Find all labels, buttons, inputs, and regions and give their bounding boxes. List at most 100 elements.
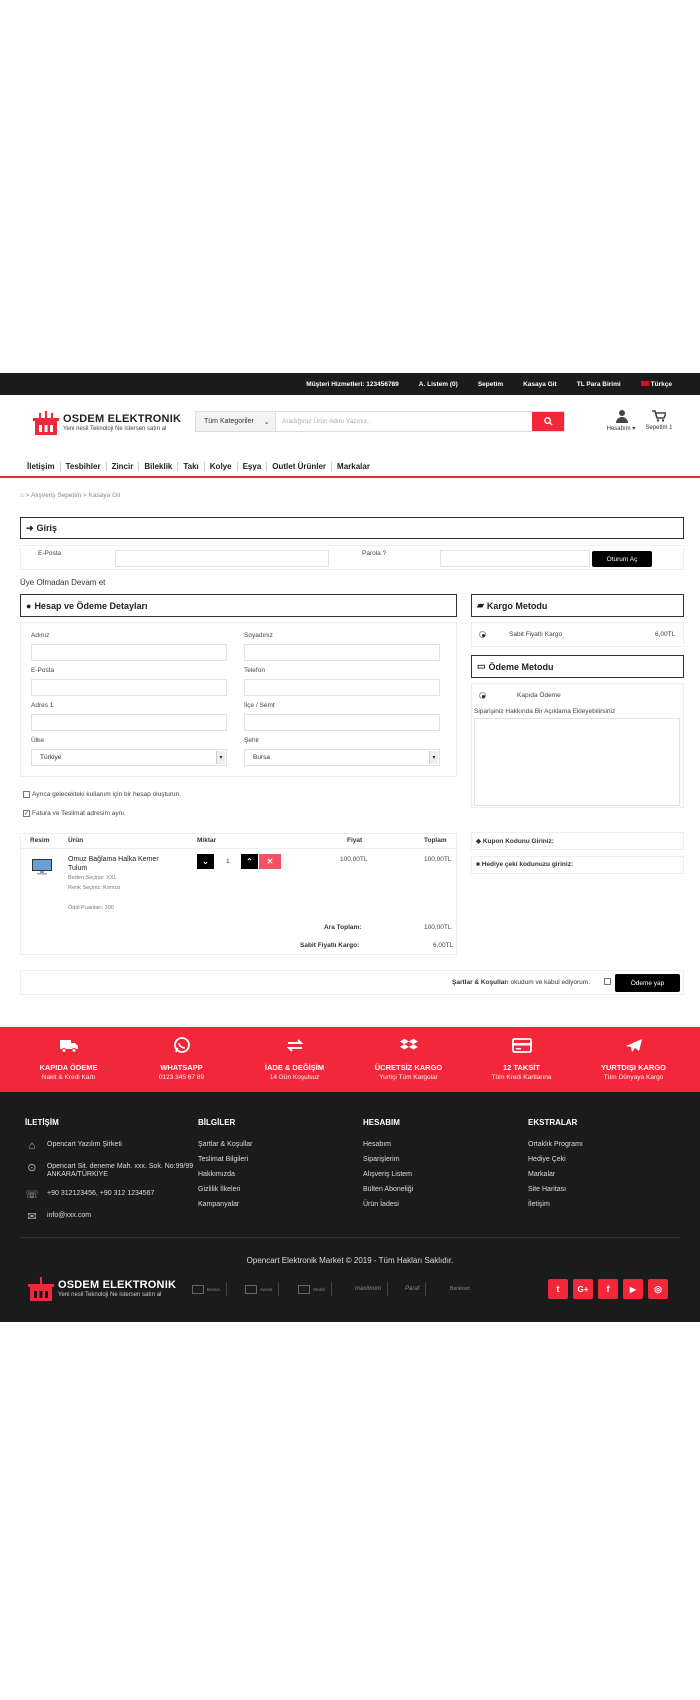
shipping-total-value: 6,00TL — [433, 942, 454, 949]
comment-textarea[interactable] — [474, 718, 680, 806]
cart-button[interactable]: Sepetim 1 — [644, 410, 674, 431]
same-address-checkbox[interactable]: ✓ — [23, 810, 30, 817]
cart-label: Sepetim 1 — [645, 425, 673, 431]
footer-link[interactable]: Ortaklık Programı — [528, 1141, 583, 1148]
qty-increase-button[interactable]: ⌃ — [241, 854, 258, 869]
footer-link[interactable]: Site Haritası — [528, 1186, 583, 1193]
feature-item: ÜCRETSİZ KARGO Yurtiçi Tüm Kargolar — [351, 1027, 466, 1081]
footer-link[interactable]: Hediye Çeki — [528, 1156, 583, 1163]
district-input[interactable] — [244, 714, 440, 731]
header: OSDEM ELEKTRONIK Yeni nesil Teknoloji Ne… — [0, 395, 700, 450]
nav-item[interactable]: İletişim — [22, 461, 61, 471]
nav-item[interactable]: Outlet Ürünler — [267, 461, 333, 471]
terms-link[interactable]: Şartlar & Koşullar — [452, 979, 507, 986]
email-field[interactable] — [31, 679, 227, 696]
home-icon[interactable]: ⌂ — [20, 492, 24, 499]
wishlist-link[interactable]: A. Listem (0) — [419, 381, 458, 388]
address-input[interactable] — [31, 714, 227, 731]
city-select[interactable]: Bursa ▾ — [244, 749, 440, 766]
checkout-link[interactable]: Kasaya Git — [523, 381, 557, 388]
footer-logo[interactable]: OSDEM ELEKTRONIK Yeni nesil Teknoloji Ne… — [28, 1277, 178, 1303]
phone-input[interactable] — [244, 679, 440, 696]
footer-link[interactable]: Markalar — [528, 1171, 583, 1178]
qty-decrease-button[interactable]: ⌄ — [197, 854, 214, 869]
footer-link[interactable]: İletişim — [528, 1201, 583, 1208]
category-select[interactable]: Tüm Kategoriler ⌄ — [196, 412, 276, 431]
remove-item-button[interactable]: ✕ — [259, 854, 281, 869]
instagram-icon[interactable]: ◎ — [648, 1279, 668, 1299]
footer-link[interactable]: Şartlar & Koşullar — [198, 1141, 252, 1148]
flag-icon — [640, 381, 649, 387]
google-plus-icon[interactable]: G+ — [573, 1279, 593, 1299]
footer-logo-subtitle: Yeni nesil Teknoloji Ne istersen satın a… — [58, 1292, 162, 1298]
truck-icon: ▰ — [477, 600, 484, 610]
footer-link[interactable]: Gizlilik İlkeleri — [198, 1186, 252, 1193]
footer-email-text[interactable]: info@xxx.com — [47, 1212, 91, 1219]
nav-item[interactable]: Tesbihler — [61, 461, 107, 471]
footer-link[interactable]: Hesabım — [363, 1141, 413, 1148]
currency-select[interactable]: TL Para Birimi — [577, 381, 621, 388]
cart-link[interactable]: Sepetim — [478, 381, 503, 388]
nav-item[interactable]: Bileklik — [139, 461, 179, 471]
comment-label: Siparişiniz Hakkında Bir Açıklama Ekleye… — [474, 708, 616, 715]
search-button[interactable] — [532, 412, 564, 431]
footer-info-title: BİLGİLER — [198, 1118, 236, 1127]
city-label: Şehir — [244, 737, 260, 744]
language-select[interactable]: Türkçe — [640, 380, 672, 388]
feature-title: KAPIDA ÖDEME — [39, 1063, 98, 1072]
footer-email: ✉ info@xxx.com — [25, 1212, 195, 1223]
monitor-icon — [32, 859, 52, 875]
guest-checkout-label[interactable]: Üye Olmadan Devam et — [20, 578, 105, 587]
search-input[interactable]: Aradığınız Ürün Adını Yazınız.. — [276, 412, 532, 431]
footer-address: ⊙ Opencart Sit. deneme Mah. xxx. Sok. No:… — [25, 1163, 195, 1179]
feature-subtitle: Tüm Kredi Kartlarına — [491, 1074, 552, 1081]
footer-link[interactable]: Teslimat Bilgileri — [198, 1156, 252, 1163]
twitter-icon[interactable]: t — [548, 1279, 568, 1299]
youtube-icon[interactable]: ▶ — [623, 1279, 643, 1299]
user-icon: ● — [26, 600, 32, 611]
terms-checkbox[interactable] — [604, 978, 611, 985]
payment-radio[interactable] — [479, 692, 486, 699]
shipping-radio[interactable] — [479, 631, 486, 638]
account-menu[interactable]: Hesabım ▾ — [603, 410, 639, 432]
footer-phone-text[interactable]: +90 312123456, +90 312 1234567 — [47, 1190, 154, 1197]
facebook-icon[interactable]: f — [598, 1279, 618, 1299]
login-button[interactable]: Oturum Aç — [592, 551, 652, 567]
nav-item[interactable]: Takı — [178, 461, 205, 471]
cart-table — [20, 833, 457, 955]
product-name[interactable]: Omuz Bağlama Halka Kemer Tulum — [68, 855, 178, 873]
reward-points: Ödül Puanları: 300 — [68, 905, 114, 911]
qty-value[interactable]: 1 — [226, 858, 230, 865]
footer-link[interactable]: Bülten Aboneliği — [363, 1186, 413, 1193]
lastname-input[interactable] — [244, 644, 440, 661]
nav-item[interactable]: Zincir — [107, 461, 140, 471]
nav-item[interactable]: Kolye — [205, 461, 238, 471]
copyright: Opencart Elektronik Market © 2019 - Tüm … — [246, 1256, 454, 1265]
nav-item[interactable]: Markalar — [332, 462, 375, 471]
main-nav: İletişim Tesbihler Zincir Bileklik Takı … — [0, 456, 700, 478]
breadcrumb-text[interactable]: > Alışveriş Sepetim > Kasaya Git — [26, 492, 121, 499]
firstname-input[interactable] — [31, 644, 227, 661]
pay-button[interactable]: Ödeme yap — [615, 974, 680, 992]
create-account-checkbox[interactable] — [23, 791, 30, 798]
footer-link[interactable]: Kampanyalar — [198, 1201, 252, 1208]
footer-link[interactable]: Hakkımızda — [198, 1171, 252, 1178]
login-email-input[interactable] — [115, 550, 329, 567]
login-password-input[interactable] — [440, 550, 590, 567]
footer-link[interactable]: Siparişlerim — [363, 1156, 413, 1163]
coupon-label[interactable]: ◆ Kupon Kodunu Giriniz: — [476, 837, 554, 845]
language-label: Türkçe — [650, 380, 672, 388]
feature-title: İADE & DEĞİŞİM — [264, 1063, 325, 1072]
plane-icon — [625, 1039, 642, 1052]
nav-item[interactable]: Eşya — [238, 461, 268, 471]
footer-link[interactable]: Alışveriş Listem — [363, 1171, 413, 1178]
feature-item: WHATSAPP 0123 345 67 89 — [124, 1027, 239, 1081]
footer-contact-title: İLETİŞİM — [25, 1118, 59, 1127]
bank-name: Bonus — [207, 1286, 220, 1292]
product-thumbnail[interactable] — [31, 858, 53, 875]
logo[interactable]: OSDEM ELEKTRONIK Yeni nesil Teknoloji Ne… — [33, 411, 183, 437]
country-select[interactable]: Türkiye ▾ — [31, 749, 227, 766]
footer-link[interactable]: Ürün İadesi — [363, 1201, 413, 1208]
account-details-title: ● Hesap ve Ödeme Detayları — [20, 594, 457, 617]
giftcard-label[interactable]: ■ Hediye çeki kodunuzu giriniz: — [476, 861, 573, 868]
